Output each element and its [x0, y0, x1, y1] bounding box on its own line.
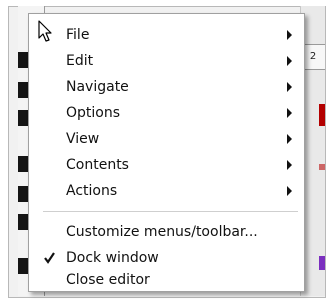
mouse-pointer-icon: [38, 20, 52, 46]
submenu-arrow-icon: [287, 108, 292, 118]
menu-item-actions[interactable]: Actions: [29, 178, 304, 204]
midi-note-marker[interactable]: [319, 256, 325, 270]
context-menu: File Edit Navigate Options View Contents…: [28, 13, 305, 292]
menu-item-label: Contents: [66, 157, 129, 173]
menu-item-customize-menus[interactable]: Customize menus/toolbar...: [29, 219, 304, 245]
submenu-arrow-icon: [287, 82, 292, 92]
midi-note-marker[interactable]: [319, 104, 325, 126]
menu-item-label: Customize menus/toolbar...: [66, 224, 258, 240]
submenu-arrow-icon: [287, 30, 292, 40]
menu-item-label: Dock window: [66, 250, 159, 266]
menu-item-label: File: [66, 27, 90, 43]
menu-item-file[interactable]: File: [29, 22, 304, 48]
menu-item-edit[interactable]: Edit: [29, 48, 304, 74]
menu-item-navigate[interactable]: Navigate: [29, 74, 304, 100]
submenu-arrow-icon: [287, 160, 292, 170]
menu-item-label: View: [66, 131, 100, 147]
menu-item-options[interactable]: Options: [29, 100, 304, 126]
menu-item-label: Actions: [66, 183, 118, 199]
midi-note-marker[interactable]: [319, 164, 325, 170]
submenu-arrow-icon: [287, 186, 292, 196]
menu-item-label: Edit: [66, 53, 94, 69]
menu-item-view[interactable]: View: [29, 126, 304, 152]
menu-item-contents[interactable]: Contents: [29, 152, 304, 178]
menu-item-dock-window[interactable]: Dock window: [29, 245, 304, 271]
menu-separator: [43, 211, 298, 212]
menu-item-label: Options: [66, 105, 121, 121]
menu-item-close-editor[interactable]: Close editor: [29, 271, 304, 291]
menu-item-label: Close editor: [66, 272, 150, 288]
submenu-arrow-icon: [287, 134, 292, 144]
menu-item-label: Navigate: [66, 79, 129, 95]
submenu-arrow-icon: [287, 56, 292, 66]
